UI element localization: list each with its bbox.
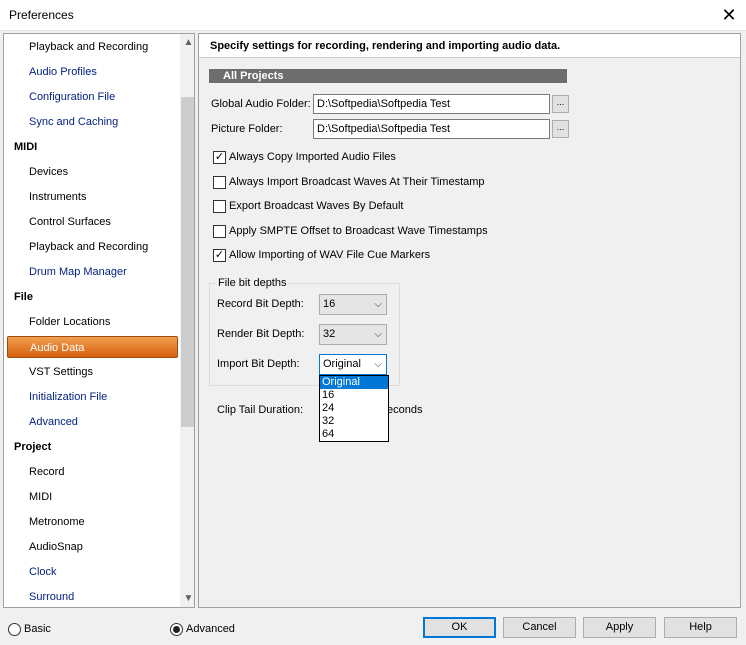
close-icon[interactable]: ✕ bbox=[712, 0, 746, 31]
clip-tail-unit: econds bbox=[387, 404, 423, 416]
checkbox-label[interactable]: Export Broadcast Waves By Default bbox=[229, 200, 403, 212]
ok-button[interactable]: OK bbox=[423, 617, 496, 638]
checkbox[interactable] bbox=[213, 175, 226, 189]
footer: Basic Advanced OK Cancel Apply Help bbox=[0, 611, 746, 645]
chevron-down-icon: ⌵ bbox=[374, 299, 382, 310]
checkbox-label[interactable]: Apply SMPTE Offset to Broadcast Wave Tim… bbox=[229, 225, 488, 237]
window-title: Preferences bbox=[9, 8, 74, 22]
chevron-down-icon: ⌵ bbox=[374, 359, 382, 370]
tree-item[interactable]: Record bbox=[29, 461, 64, 483]
dropdown-option[interactable]: 16 bbox=[320, 389, 388, 402]
panel-header: Specify settings for recording, renderin… bbox=[199, 34, 740, 58]
picture-folder-input[interactable]: D:\Softpedia\Softpedia Test bbox=[313, 119, 550, 139]
global-audio-browse-button[interactable]: ... bbox=[552, 95, 569, 113]
checkbox-label[interactable]: Always Import Broadcast Waves At Their T… bbox=[229, 176, 485, 188]
tree-item[interactable]: Devices bbox=[29, 161, 68, 183]
import-bit-depth-value: Original bbox=[323, 358, 361, 370]
dropdown-option[interactable]: 32 bbox=[320, 415, 388, 428]
checkbox-label[interactable]: Allow Importing of WAV File Cue Markers bbox=[229, 249, 430, 261]
tree-item[interactable]: File bbox=[14, 286, 33, 308]
checkbox[interactable] bbox=[213, 224, 226, 238]
cancel-button[interactable]: Cancel bbox=[503, 617, 576, 638]
render-bit-depth-select[interactable]: 32 ⌵ bbox=[319, 324, 387, 345]
checkbox-label[interactable]: Always Copy Imported Audio Files bbox=[229, 151, 396, 163]
import-bit-depth-select[interactable]: Original ⌵ bbox=[319, 354, 387, 375]
record-bit-depth-label: Record Bit Depth: bbox=[217, 298, 304, 310]
record-bit-depth-value: 16 bbox=[323, 298, 336, 310]
tree-item[interactable]: Clock bbox=[29, 561, 57, 583]
picture-folder-browse-button[interactable]: ... bbox=[552, 120, 569, 138]
scroll-down-icon[interactable]: ▼ bbox=[180, 590, 194, 607]
tree-item[interactable]: Initialization File bbox=[29, 386, 107, 408]
scroll-up-icon[interactable]: ▲ bbox=[180, 34, 194, 51]
tree-item[interactable]: Configuration File bbox=[29, 86, 115, 108]
dropdown-option[interactable]: 24 bbox=[320, 402, 388, 415]
advanced-label[interactable]: Advanced bbox=[186, 623, 235, 635]
tree-item[interactable]: AudioSnap bbox=[29, 536, 83, 558]
radio-dot bbox=[173, 626, 180, 633]
tree-item[interactable]: Surround bbox=[29, 586, 74, 607]
global-audio-folder-input[interactable]: D:\Softpedia\Softpedia Test bbox=[313, 94, 550, 114]
apply-button[interactable]: Apply bbox=[583, 617, 656, 638]
settings-panel: Specify settings for recording, renderin… bbox=[198, 33, 741, 608]
preferences-tree[interactable]: ▲ ▼ Playback and Recording Audio Profiles… bbox=[3, 33, 195, 608]
help-button[interactable]: Help bbox=[664, 617, 737, 638]
tree-item[interactable]: Audio Data bbox=[7, 336, 178, 358]
dropdown-option[interactable]: Original bbox=[320, 376, 388, 389]
render-bit-depth-label: Render Bit Depth: bbox=[217, 328, 305, 340]
tree-item[interactable]: Folder Locations bbox=[29, 311, 110, 333]
tree-item[interactable]: VST Settings bbox=[29, 361, 93, 383]
tree-item[interactable]: Metronome bbox=[29, 511, 85, 533]
tree-item[interactable]: Playback and Recording bbox=[29, 236, 148, 258]
tree-item[interactable]: Sync and Caching bbox=[29, 111, 118, 133]
bit-depths-title: File bit depths bbox=[216, 277, 289, 289]
scroll-thumb[interactable] bbox=[181, 97, 194, 427]
tree-item[interactable]: Control Surfaces bbox=[29, 211, 111, 233]
import-bit-depth-dropdown[interactable]: Original 16 24 32 64 bbox=[319, 375, 389, 442]
record-bit-depth-select[interactable]: 16 ⌵ bbox=[319, 294, 387, 315]
dropdown-option[interactable]: 64 bbox=[320, 428, 388, 441]
chevron-down-icon: ⌵ bbox=[374, 329, 382, 340]
tree-item[interactable]: Drum Map Manager bbox=[29, 261, 127, 283]
tree-item[interactable]: MIDI bbox=[14, 136, 37, 158]
tree-item[interactable]: MIDI bbox=[29, 486, 52, 508]
tree-item[interactable]: Advanced bbox=[29, 411, 78, 433]
section-title: All Projects bbox=[209, 69, 567, 83]
picture-folder-label: Picture Folder: bbox=[211, 123, 283, 135]
clip-tail-label: Clip Tail Duration: bbox=[217, 404, 304, 416]
advanced-radio[interactable] bbox=[170, 623, 183, 636]
checkbox[interactable] bbox=[213, 200, 226, 213]
import-bit-depth-label: Import Bit Depth: bbox=[217, 358, 300, 370]
checkbox[interactable]: ✓ bbox=[213, 151, 226, 164]
render-bit-depth-value: 32 bbox=[323, 328, 336, 340]
basic-label[interactable]: Basic bbox=[24, 623, 51, 635]
checkbox[interactable]: ✓ bbox=[213, 249, 226, 262]
global-audio-folder-label: Global Audio Folder: bbox=[211, 98, 311, 110]
tree-item[interactable]: Project bbox=[14, 436, 51, 458]
tree-item[interactable]: Audio Profiles bbox=[29, 61, 97, 83]
tree-item[interactable]: Instruments bbox=[29, 186, 86, 208]
tree-scrollbar[interactable]: ▲ ▼ bbox=[180, 34, 194, 607]
basic-radio[interactable] bbox=[8, 623, 21, 636]
title-bar: Preferences ✕ bbox=[0, 0, 746, 31]
tree-item[interactable]: Playback and Recording bbox=[29, 36, 148, 58]
